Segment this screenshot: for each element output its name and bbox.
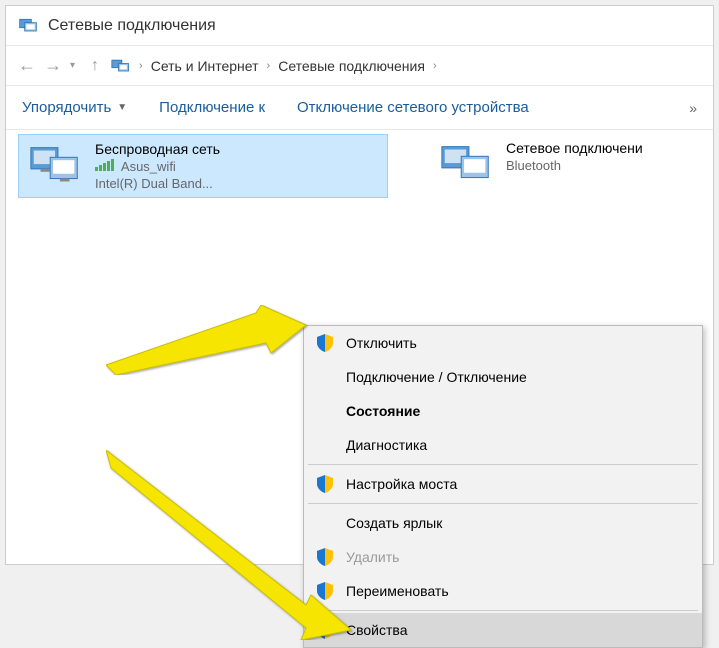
nav-recent-chevron[interactable]: ▾ — [70, 60, 75, 71]
menu-delete-label: Удалить — [346, 549, 399, 565]
menu-rename[interactable]: Переименовать — [304, 574, 702, 608]
menu-create-shortcut[interactable]: Создать ярлык — [304, 506, 702, 540]
menu-diagnose-label: Диагностика — [346, 437, 427, 453]
menu-diagnose[interactable]: Диагностика — [304, 428, 702, 462]
shield-icon — [314, 334, 336, 352]
adapter-wireless[interactable]: Беспроводная сеть Asus_wifi Intel(R) Dua… — [18, 134, 388, 198]
adapter-bluetooth[interactable]: Сетевое подключени Bluetooth — [430, 134, 710, 196]
nav-up-icon[interactable]: ↑ — [91, 57, 99, 75]
network-adapter-icon — [27, 141, 85, 191]
signal-bars-icon — [95, 159, 114, 171]
content-area: Беспроводная сеть Asus_wifi Intel(R) Dua… — [6, 130, 713, 564]
toolbar-disable-label: Отключение сетевого устройства — [297, 99, 529, 116]
menu-bridge-label: Настройка моста — [346, 476, 457, 492]
adapter-network-name: Bluetooth — [506, 158, 643, 173]
toolbar-disable-device[interactable]: Отключение сетевого устройства — [297, 99, 529, 116]
shield-icon — [314, 475, 336, 493]
toolbar-connect-to[interactable]: Подключение к — [159, 99, 265, 116]
adapter-network-name: Asus_wifi — [95, 159, 220, 174]
titlebar: Сетевые подключения — [6, 6, 713, 46]
toolbar-organize-label: Упорядочить — [22, 99, 111, 116]
menu-properties-label: Свойства — [346, 622, 407, 638]
adapter-text: Беспроводная сеть Asus_wifi Intel(R) Dua… — [95, 141, 220, 191]
menu-shortcut-label: Создать ярлык — [346, 515, 442, 531]
menu-disable-label: Отключить — [346, 335, 417, 351]
menu-status-label: Состояние — [346, 403, 420, 419]
menu-bridge[interactable]: Настройка моста — [304, 467, 702, 501]
menu-separator — [308, 503, 698, 504]
navbar: ← → ▾ ↑ › Сеть и Интернет › Сетевые подк… — [6, 46, 713, 86]
network-connections-window: Сетевые подключения ← → ▾ ↑ › Сеть и Инт… — [5, 5, 714, 565]
menu-status[interactable]: Состояние — [304, 394, 702, 428]
shield-icon — [314, 621, 336, 639]
adapter-text: Сетевое подключени Bluetooth — [506, 140, 643, 190]
breadcrumb-sep: › — [433, 60, 437, 72]
menu-separator — [308, 464, 698, 465]
nav-arrows: ← → ▾ — [18, 55, 75, 76]
shield-icon — [314, 582, 336, 600]
adapter-title: Сетевое подключени — [506, 140, 643, 156]
nav-back-icon[interactable]: ← — [18, 55, 36, 76]
toolbar-organize[interactable]: Упорядочить ▼ — [22, 99, 127, 116]
toolbar-connect-label: Подключение к — [159, 99, 265, 116]
menu-properties[interactable]: Свойства — [304, 613, 702, 647]
menu-delete: Удалить — [304, 540, 702, 574]
adapter-title: Беспроводная сеть — [95, 141, 220, 157]
network-window-icon — [18, 16, 38, 36]
menu-disable[interactable]: Отключить — [304, 326, 702, 360]
breadcrumb: › Сеть и Интернет › Сетевые подключения … — [111, 57, 437, 75]
breadcrumb-root-icon[interactable] — [111, 57, 131, 75]
network-adapter-icon — [438, 140, 496, 190]
adapter-device-name: Intel(R) Dual Band... — [95, 176, 220, 191]
menu-rename-label: Переименовать — [346, 583, 449, 599]
menu-separator — [308, 610, 698, 611]
context-menu: Отключить Подключение / Отключение Состо… — [303, 325, 703, 648]
menu-connect-disconnect[interactable]: Подключение / Отключение — [304, 360, 702, 394]
breadcrumb-sep: › — [267, 60, 271, 72]
chevron-down-icon: ▼ — [117, 102, 127, 113]
toolbar: Упорядочить ▼ Подключение к Отключение с… — [6, 86, 713, 130]
menu-connect-label: Подключение / Отключение — [346, 369, 527, 385]
breadcrumb-net-internet[interactable]: Сеть и Интернет — [151, 58, 259, 74]
toolbar-overflow-icon[interactable]: » — [689, 100, 697, 116]
annotation-arrow-icon — [106, 305, 316, 375]
shield-icon — [314, 548, 336, 566]
nav-forward-icon[interactable]: → — [44, 55, 62, 76]
breadcrumb-sep: › — [139, 60, 143, 72]
window-title: Сетевые подключения — [48, 17, 216, 35]
breadcrumb-network-connections[interactable]: Сетевые подключения — [278, 58, 425, 74]
